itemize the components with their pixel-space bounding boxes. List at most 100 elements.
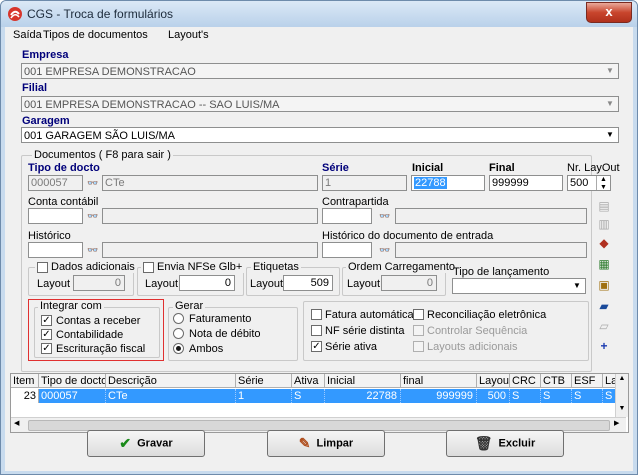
historico-entrada-input[interactable] xyxy=(322,242,372,258)
report-icon[interactable]: ▦ xyxy=(595,255,613,273)
garagem-label: Garagem xyxy=(22,115,70,127)
binoculars-icon[interactable]: 👓 xyxy=(85,208,101,224)
nr-layout-stepper[interactable]: 500 ▲ ▼ xyxy=(567,175,611,191)
serie-input[interactable]: 1 xyxy=(322,175,407,191)
table-cell: 23 xyxy=(11,389,39,403)
contrapartida-label: Contrapartida xyxy=(322,196,389,208)
tipo-lancamento-select[interactable]: ▼ xyxy=(452,278,586,294)
ambos-radio[interactable] xyxy=(173,343,184,354)
conta-contabil-label: Conta contábil xyxy=(28,196,99,208)
historico-desc xyxy=(102,242,318,258)
menu-bar: Saída Tipos de documentos Layout's xyxy=(5,27,633,45)
filial-select[interactable]: 001 EMPRESA DEMONSTRACAO -- SAO LUIS/MA ▼ xyxy=(21,96,619,112)
chevron-down-icon: ▼ xyxy=(606,66,614,75)
column-header[interactable]: final xyxy=(401,374,477,388)
client-area: Empresa 001 EMPRESA DEMONSTRACAO ▼ Filial… xyxy=(5,45,633,471)
spin-arrows-icon[interactable]: ▲ ▼ xyxy=(596,176,610,190)
window: CGS - Troca de formulários x Saída Tipos… xyxy=(0,0,638,475)
serie-ativa-checkbox[interactable]: ✓ xyxy=(311,341,322,352)
scroll-down-icon[interactable]: ▼ xyxy=(616,404,628,414)
contas-receber-checkbox[interactable]: ✓ xyxy=(41,315,52,326)
binoculars-icon[interactable]: 👓 xyxy=(377,208,393,224)
menu-tipos-documentos[interactable]: Tipos de documentos xyxy=(43,29,148,41)
column-header[interactable]: Item xyxy=(11,374,39,388)
conta-contabil-input[interactable] xyxy=(28,208,83,224)
gravar-button[interactable]: ✔ Gravar xyxy=(87,430,205,457)
contrapartida-input[interactable] xyxy=(322,208,372,224)
excluir-button[interactable]: 🗑 Excluir xyxy=(446,430,564,457)
historico-input[interactable] xyxy=(28,242,83,258)
column-header[interactable]: Descrição xyxy=(106,374,236,388)
column-header[interactable]: ESF xyxy=(572,374,603,388)
ordem-carregamento-layout-input[interactable]: 0 xyxy=(381,275,437,291)
table-row[interactable]: 23 000057 CTe 1 S 22788 999999 500 S S S… xyxy=(11,389,616,403)
nf-serie-distinta-label: NF série distinta xyxy=(325,325,405,337)
envia-nfse-layout-input[interactable]: 0 xyxy=(179,275,235,291)
vertical-scrollbar[interactable]: ▲ ▼ xyxy=(615,374,628,417)
menu-saida[interactable]: Saída xyxy=(13,29,42,41)
garagem-select[interactable]: 001 GARAGEM SÃO LUIS/MA ▼ xyxy=(21,127,619,143)
print-disabled-icon: ▱ xyxy=(599,319,609,333)
calendar-icon[interactable]: ▣ xyxy=(595,276,613,294)
column-header[interactable]: Layout xyxy=(477,374,510,388)
scroll-left-icon[interactable]: ◀ xyxy=(14,419,19,427)
chevron-down-icon: ▼ xyxy=(606,130,614,139)
final-input[interactable]: 999999 xyxy=(489,175,563,191)
serie-label: Série xyxy=(322,162,349,174)
escrituracao-fiscal-label: Escrituração fiscal xyxy=(56,343,146,355)
empresa-select[interactable]: 001 EMPRESA DEMONSTRACAO ▼ xyxy=(21,63,619,79)
contas-receber-label: Contas a receber xyxy=(56,315,141,327)
dados-adicionais-layout-input[interactable]: 0 xyxy=(73,275,125,291)
nota-debito-radio[interactable] xyxy=(173,328,184,339)
envia-nfse-checkbox[interactable] xyxy=(143,261,154,273)
documents-table: Item Tipo de docto Descrição Série Ativa… xyxy=(10,373,629,433)
escrituracao-fiscal-checkbox[interactable]: ✓ xyxy=(41,343,52,354)
nf-serie-distinta-checkbox[interactable] xyxy=(311,325,322,336)
reconciliacao-label: Reconciliação eletrônica xyxy=(427,309,547,321)
fatura-automatica-checkbox[interactable] xyxy=(311,309,322,320)
limpar-button[interactable]: ✎ Limpar xyxy=(267,430,385,457)
table-cell: 1 xyxy=(236,389,292,403)
column-header[interactable]: Ativa xyxy=(292,374,325,388)
column-header[interactable]: Tipo de docto xyxy=(39,374,106,388)
table-cell: S xyxy=(572,389,603,403)
scroll-right-icon[interactable]: ▶ xyxy=(614,419,619,427)
table-cell: CTe xyxy=(106,389,236,403)
layout-label: Layout xyxy=(37,278,71,290)
trash-icon: 🗑 xyxy=(474,435,493,451)
faturamento-radio[interactable] xyxy=(173,313,184,324)
inicial-input[interactable]: 22788 xyxy=(411,175,485,191)
title-bar: CGS - Troca de formulários x xyxy=(1,1,637,27)
scroll-up-icon[interactable]: ▲ xyxy=(616,374,628,384)
table-cell: 22788 xyxy=(325,389,401,403)
reconciliacao-checkbox[interactable] xyxy=(413,309,424,320)
column-header[interactable]: CRC xyxy=(510,374,541,388)
etiquetas-layout-input[interactable]: 509 xyxy=(283,275,333,291)
eraser-icon[interactable]: ◆ xyxy=(595,234,613,252)
plus-icon[interactable]: + xyxy=(595,337,613,355)
controlar-sequencia-label: Controlar Sequência xyxy=(427,325,528,337)
table-cell: S xyxy=(510,389,541,403)
close-button[interactable]: x xyxy=(586,2,632,23)
layout-label: Layout xyxy=(250,278,284,290)
tipo-docto-code-input[interactable]: 000057 xyxy=(28,175,83,191)
conta-contabil-desc xyxy=(102,208,318,224)
dados-adicionais-checkbox[interactable] xyxy=(37,261,48,273)
binoculars-icon[interactable]: 👓 xyxy=(85,175,101,191)
nota-debito-label: Nota de débito xyxy=(189,328,261,340)
document-icon: ▤ xyxy=(598,199,610,213)
tipo-lancamento-label: Tipo de lançamento xyxy=(453,266,550,278)
broom-icon: ✎ xyxy=(298,435,311,451)
contabilidade-label: Contabilidade xyxy=(56,329,124,341)
contabilidade-checkbox[interactable]: ✓ xyxy=(41,329,52,340)
binoculars-icon[interactable]: 👓 xyxy=(377,242,393,258)
window-title: CGS - Troca de formulários xyxy=(27,7,174,21)
column-header[interactable]: Inicial xyxy=(325,374,401,388)
binoculars-icon[interactable]: 👓 xyxy=(85,242,101,258)
print-icon[interactable]: ▰ xyxy=(595,297,613,315)
menu-layouts[interactable]: Layout's xyxy=(168,29,209,41)
faturamento-label: Faturamento xyxy=(189,313,252,325)
fatura-automatica-label: Fatura automática xyxy=(325,309,414,321)
column-header[interactable]: CTB xyxy=(541,374,572,388)
column-header[interactable]: Série xyxy=(236,374,292,388)
